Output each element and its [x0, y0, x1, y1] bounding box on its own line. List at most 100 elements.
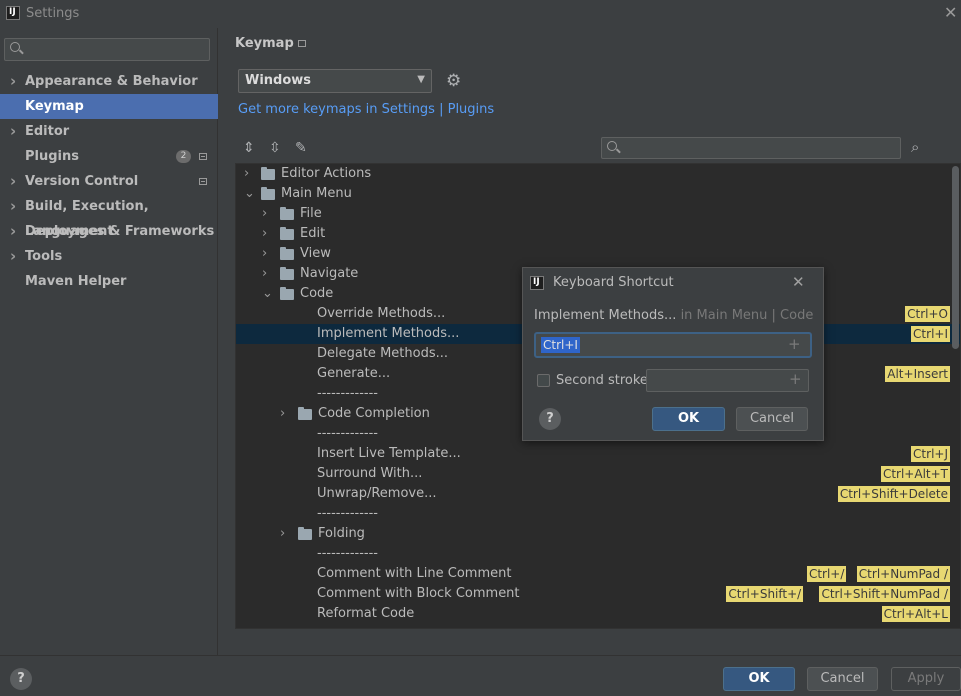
folder-icon — [298, 407, 312, 420]
tree-row[interactable]: Comment with Block Comment Ctrl+Shift+Num… — [236, 584, 960, 604]
count-badge: 2 — [176, 150, 191, 163]
edit-shortcut-icon[interactable]: ✎ — [295, 140, 307, 156]
shortcut-badge: Ctrl+/ — [806, 566, 847, 582]
sidebar-item[interactable]: Plugins 2 — [0, 144, 218, 169]
shortcut-badge: Ctrl+Alt+L — [881, 606, 950, 622]
tree-row-label: File — [300, 206, 322, 221]
sidebar-item[interactable]: Keymap — [0, 94, 218, 119]
sidebar-item[interactable]: › Appearance & Behavior — [0, 69, 218, 94]
close-icon[interactable]: ✕ — [792, 273, 805, 291]
help-button[interactable]: ? — [10, 668, 32, 690]
keymap-select[interactable]: Windows ▼ — [238, 69, 432, 93]
tree-row-label: View — [300, 246, 331, 261]
chevron-right-icon[interactable]: › — [280, 524, 285, 544]
tree-row[interactable]: › Folding — [236, 524, 960, 544]
action-path: in Main Menu | Code — [680, 308, 814, 323]
tree-row-label: Code — [300, 286, 334, 301]
close-icon[interactable]: ✕ — [944, 3, 957, 22]
ok-button[interactable]: OK — [723, 667, 795, 691]
tree-row-label: Unwrap/Remove... — [317, 486, 437, 501]
folder-icon — [298, 527, 312, 540]
chevron-right-icon[interactable]: › — [262, 224, 267, 244]
apply-button[interactable]: Apply — [891, 667, 961, 691]
tree-row-label: Surround With... — [317, 466, 423, 481]
sidebar-item-label: Editor — [25, 124, 70, 139]
add-stroke-icon[interactable]: + — [788, 335, 801, 353]
shortcut-badge: Ctrl+I — [911, 326, 950, 342]
shortcut-badge: Ctrl+Shift+Delete — [837, 486, 950, 502]
find-by-shortcut-icon[interactable]: ⌕ — [911, 138, 919, 156]
tree-row[interactable]: › Edit — [236, 224, 960, 244]
sidebar-item-label: Version Control — [25, 174, 139, 189]
chevron-right-icon[interactable]: › — [244, 164, 249, 184]
sidebar-item[interactable]: › Build, Execution, Deployment — [0, 194, 218, 239]
tree-row-label: Override Methods... — [317, 306, 446, 321]
cancel-button[interactable]: Cancel — [807, 667, 878, 691]
tree-row[interactable]: ------------- — [236, 504, 960, 524]
chevron-right-icon[interactable]: › — [10, 219, 16, 244]
tree-row-label: Code Completion — [318, 406, 430, 421]
tree-row-label: Generate... — [317, 366, 391, 381]
tree-search-input[interactable] — [601, 137, 901, 159]
action-name: Implement Methods... — [534, 308, 677, 323]
tree-row-label: Insert Live Template... — [317, 446, 461, 461]
get-more-keymaps-link[interactable]: Get more keymaps in Settings | Plugins — [238, 102, 494, 117]
chevron-down-icon[interactable]: ⌄ — [262, 284, 273, 304]
chevron-right-icon[interactable]: › — [262, 204, 267, 224]
project-scope-icon — [199, 153, 207, 160]
project-scope-icon — [199, 178, 207, 185]
window-title: Settings — [26, 6, 80, 21]
sidebar-item[interactable]: › Languages & Frameworks — [0, 219, 218, 244]
sidebar-item[interactable]: Maven Helper — [0, 269, 218, 294]
expand-all-icon[interactable]: ⇕ — [243, 140, 255, 156]
tree-row-label: Edit — [300, 226, 326, 241]
chevron-right-icon[interactable]: › — [10, 244, 16, 269]
shortcut-badge: Ctrl+Alt+T — [880, 466, 950, 482]
tree-row[interactable]: Unwrap/Remove... Ctrl+Shift+Delete — [236, 484, 960, 504]
collapse-all-icon[interactable]: ⇳ — [269, 140, 281, 156]
chevron-right-icon[interactable]: › — [10, 194, 16, 219]
gear-icon[interactable]: ⚙ — [446, 72, 461, 90]
app-logo-icon: IJ — [6, 6, 20, 20]
chevron-down-icon[interactable]: ⌄ — [244, 184, 255, 204]
tree-row-label: ------------- — [317, 506, 378, 521]
chevron-right-icon[interactable]: › — [10, 69, 16, 94]
tree-scrollbar[interactable] — [952, 166, 959, 349]
tree-row[interactable]: ⌄ Main Menu — [236, 184, 960, 204]
first-stroke-input[interactable]: Ctrl+I + — [534, 332, 812, 358]
second-stroke-input[interactable]: + — [646, 369, 809, 392]
tree-row-label: Editor Actions — [281, 166, 372, 181]
tree-row[interactable]: › View — [236, 244, 960, 264]
chevron-right-icon[interactable]: › — [10, 119, 16, 144]
sidebar-search-input[interactable] — [4, 38, 210, 61]
sidebar-item[interactable]: › Tools — [0, 244, 218, 269]
tree-row-label: Main Menu — [281, 186, 352, 201]
add-stroke-icon[interactable]: + — [789, 370, 802, 388]
tree-row[interactable]: Comment with Line Comment Ctrl+NumPad / Ct… — [236, 564, 960, 584]
chevron-right-icon[interactable]: › — [10, 169, 16, 194]
tree-row[interactable]: › Editor Actions — [236, 164, 960, 184]
tree-row[interactable]: Reformat Code Ctrl+Alt+L — [236, 604, 960, 624]
dialog-help-button[interactable]: ? — [539, 408, 561, 430]
sidebar-item[interactable]: › Editor — [0, 119, 218, 144]
app-logo-text: IJ — [9, 7, 16, 17]
search-icon — [607, 141, 617, 151]
tree-row[interactable]: Surround With... Ctrl+Alt+T — [236, 464, 960, 484]
sidebar-item[interactable]: › Version Control — [0, 169, 218, 194]
dialog-cancel-button[interactable]: Cancel — [736, 407, 808, 431]
chevron-right-icon[interactable]: › — [280, 404, 285, 424]
tree-row[interactable]: › File — [236, 204, 960, 224]
folder-icon — [280, 207, 294, 220]
chevron-right-icon[interactable]: › — [262, 264, 267, 284]
shortcut-badge: Ctrl+Shift+NumPad / — [819, 586, 950, 602]
tree-row-label: Delegate Methods... — [317, 346, 448, 361]
sidebar-item-label: Maven Helper — [25, 274, 127, 289]
dialog-ok-button[interactable]: OK — [652, 407, 725, 431]
chevron-right-icon[interactable]: › — [262, 244, 267, 264]
sidebar-item-label: Plugins — [25, 149, 79, 164]
second-stroke-checkbox[interactable] — [537, 374, 550, 387]
tree-row[interactable]: ------------- — [236, 544, 960, 564]
tree-row[interactable]: Insert Live Template... Ctrl+J — [236, 444, 960, 464]
main-menu-icon — [261, 187, 275, 200]
keymap-select-value: Windows — [245, 73, 312, 88]
